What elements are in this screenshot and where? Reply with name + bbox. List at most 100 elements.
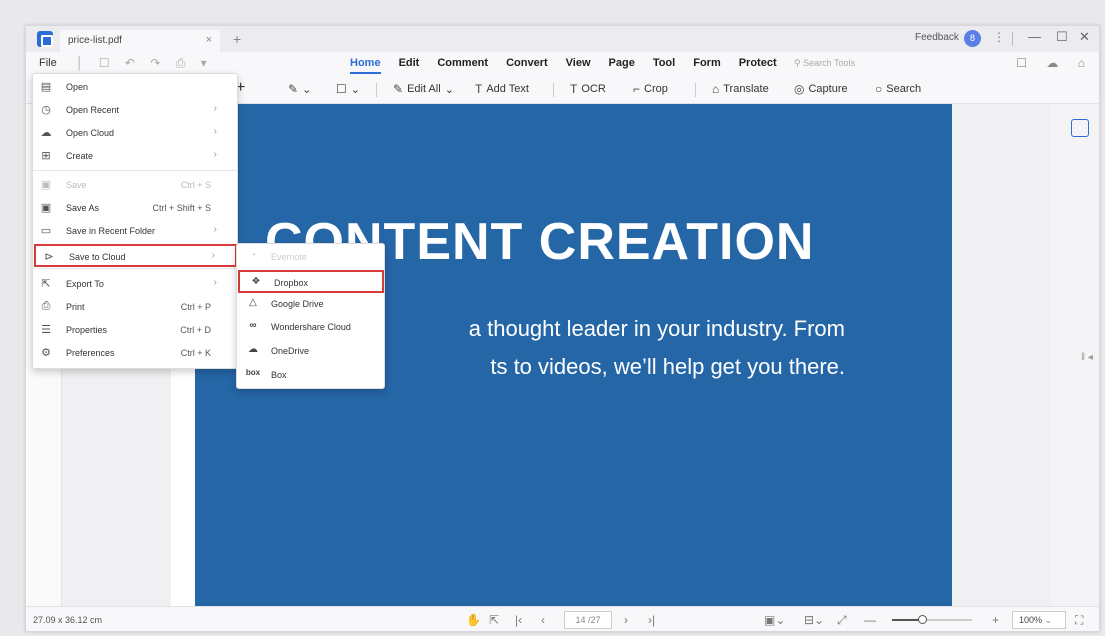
- cloud-item-label: Dropbox: [274, 278, 309, 288]
- avatar[interactable]: 8: [964, 30, 981, 47]
- crop-button[interactable]: ⌐ Crop: [633, 82, 668, 96]
- search-icon: ○: [875, 82, 883, 96]
- new-tab-button[interactable]: +: [233, 31, 241, 47]
- onedrive-icon: ☁: [248, 344, 258, 355]
- first-page-icon[interactable]: |‹: [515, 613, 522, 627]
- tab-form[interactable]: Form: [693, 57, 721, 74]
- file-menu-item-label: Open Cloud: [66, 128, 115, 138]
- ocr-button[interactable]: T OCR: [570, 82, 606, 96]
- fullscreen-icon[interactable]: ⛶: [1075, 613, 1083, 628]
- file-menu-item-save-to-cloud[interactable]: ⊳ Save to Cloud ›: [34, 244, 237, 267]
- file-menu-item-preferences[interactable]: ⚙ Preferences Ctrl + K: [33, 342, 237, 365]
- highlight-tool[interactable]: ✎ ⌄: [288, 82, 311, 96]
- quick-access-icons[interactable]: │ ☐ ↶ ↷ ⎙ ▾: [76, 56, 213, 71]
- hand-tool-icon[interactable]: ✋: [466, 613, 481, 627]
- share-icons[interactable]: ☐ ☁ ⌂: [1016, 56, 1093, 70]
- page-number-input[interactable]: 14 /27: [564, 611, 612, 629]
- tab-view[interactable]: View: [566, 57, 591, 74]
- search-tools-input[interactable]: ⚲ Search Tools: [794, 58, 855, 69]
- capture-button[interactable]: ◎ Capture: [794, 82, 848, 96]
- file-menu-item-save-as[interactable]: ▣ Save As Ctrl + Shift + S: [33, 197, 237, 220]
- file-menu-item-open-recent[interactable]: ◷ Open Recent ›: [33, 99, 237, 122]
- file-menu-item-label: Create: [66, 151, 94, 161]
- file-menu-item-save: ▣ Save Ctrl + S: [33, 174, 237, 197]
- rectangle-icon: ☐: [336, 82, 347, 96]
- edit-icon: ✎: [393, 82, 404, 96]
- file-menu-item-label: Export To: [66, 279, 104, 289]
- print-icon: ⎙: [41, 300, 51, 312]
- document-tab[interactable]: price-list.pdf ×: [60, 30, 220, 52]
- properties-panel-icon[interactable]: [1071, 119, 1089, 137]
- tab-protect[interactable]: Protect: [739, 57, 777, 74]
- cloud-item-label: Wondershare Cloud: [271, 322, 351, 332]
- status-bar: 27.09 x 36.12 cm ✋ ⇱ |‹ ‹ 14 /27 › ›| ▣⌄…: [26, 606, 1099, 631]
- chevron-right-icon: ›: [213, 103, 217, 114]
- dropbox-icon: ❖: [251, 276, 261, 287]
- cloud-item-dropbox[interactable]: ❖ Dropbox: [238, 270, 384, 293]
- zoom-slider[interactable]: [892, 615, 972, 624]
- wondershare-cloud-icon: ∞: [249, 320, 257, 331]
- view-mode-icon[interactable]: ⊟⌄: [804, 613, 824, 627]
- add-text-button[interactable]: T Add Text: [475, 82, 529, 96]
- chevron-right-icon: ›: [213, 277, 217, 288]
- file-menu-item-properties[interactable]: ☰ Properties Ctrl + D: [33, 319, 237, 342]
- page-layout-icon[interactable]: ▣⌄: [764, 613, 785, 627]
- file-menu-item-export-to[interactable]: ⇱ Export To ›: [33, 273, 237, 296]
- panel-resize-handle[interactable]: ‖ ◂: [1081, 352, 1093, 363]
- right-sidebar: ‖ ◂: [1051, 104, 1099, 606]
- next-page-icon[interactable]: ›: [624, 613, 628, 627]
- cloud-item-label: Evernote: [271, 252, 308, 262]
- file-menu-item-label: Save: [66, 180, 87, 190]
- crop-icon: ⌐: [633, 82, 641, 96]
- cloud-item-label: Google Drive: [271, 299, 324, 309]
- evernote-icon: ◔: [249, 250, 257, 261]
- feedback-link[interactable]: Feedback: [915, 32, 959, 43]
- file-menu-button[interactable]: File: [39, 57, 57, 69]
- tab-home[interactable]: Home: [350, 57, 381, 74]
- zoom-out-icon[interactable]: —: [864, 613, 876, 627]
- tab-convert[interactable]: Convert: [506, 57, 548, 74]
- more-options-icon[interactable]: ⋮: [993, 30, 1005, 44]
- file-menu-item-label: Open: [66, 82, 89, 92]
- tab-page[interactable]: Page: [609, 57, 635, 74]
- cloud-item-onedrive[interactable]: ☁ OneDrive: [237, 340, 384, 363]
- tab-close-icon[interactable]: ×: [206, 34, 212, 46]
- select-tool-icon[interactable]: ⇱: [489, 613, 499, 627]
- file-menu-item-print[interactable]: ⎙ Print Ctrl + P: [33, 296, 237, 319]
- preferences-icon: ⚙: [41, 347, 51, 359]
- translate-button[interactable]: ⌂ Translate: [712, 82, 769, 96]
- file-menu-item-label: Save As: [66, 203, 100, 213]
- fit-page-icon[interactable]: ⤢: [837, 613, 847, 628]
- file-menu-item-label: Preferences: [66, 348, 115, 358]
- minimize-button[interactable]: —: [1028, 29, 1041, 44]
- file-menu-item-save-in-recent-folder[interactable]: ▭ Save in Recent Folder ›: [33, 220, 237, 243]
- file-menu-item-open-cloud[interactable]: ☁ Open Cloud ›: [33, 122, 237, 145]
- tab-tool[interactable]: Tool: [653, 57, 675, 74]
- text-icon: T: [475, 82, 483, 96]
- cloud-item-box[interactable]: box Box: [237, 364, 384, 387]
- search-button[interactable]: ○ Search: [875, 82, 921, 96]
- close-window-button[interactable]: ✕: [1079, 29, 1090, 45]
- save-to-cloud-submenu: ◔ Evernote ❖ Dropbox △ Google Drive ∞ Wondersha…: [236, 243, 385, 389]
- last-page-icon[interactable]: ›|: [648, 613, 655, 627]
- edit-all-button[interactable]: ✎ Edit All ⌄: [393, 82, 454, 96]
- file-menu-item-create[interactable]: ⊞ Create ›: [33, 145, 237, 168]
- cloud-item-evernote: ◔ Evernote: [237, 246, 384, 269]
- zoom-in-icon[interactable]: +: [992, 613, 999, 627]
- ribbon-tabs: Home Edit Comment Convert View Page Tool…: [350, 57, 777, 74]
- shape-tool[interactable]: ☐ ⌄: [336, 82, 360, 96]
- clock-icon: ◷: [41, 104, 51, 116]
- tab-edit[interactable]: Edit: [399, 57, 420, 74]
- zoom-slider-knob[interactable]: [918, 615, 928, 624]
- cloud-item-google-drive[interactable]: △ Google Drive: [237, 293, 384, 316]
- zoom-level-select[interactable]: 100% ⌄: [1012, 611, 1066, 629]
- cloud-item-wondershare-cloud[interactable]: ∞ Wondershare Cloud: [237, 316, 384, 339]
- previous-page-icon[interactable]: ‹: [541, 613, 545, 627]
- maximize-button[interactable]: ☐: [1056, 29, 1068, 45]
- tab-comment[interactable]: Comment: [437, 57, 488, 74]
- file-menu-item-open[interactable]: ▤ Open: [33, 76, 237, 99]
- shortcut-label: Ctrl + D: [180, 325, 211, 335]
- camera-icon: ◎: [794, 82, 805, 96]
- file-menu-item-label: Open Recent: [66, 105, 120, 115]
- file-menu-item-label: Print: [66, 302, 85, 312]
